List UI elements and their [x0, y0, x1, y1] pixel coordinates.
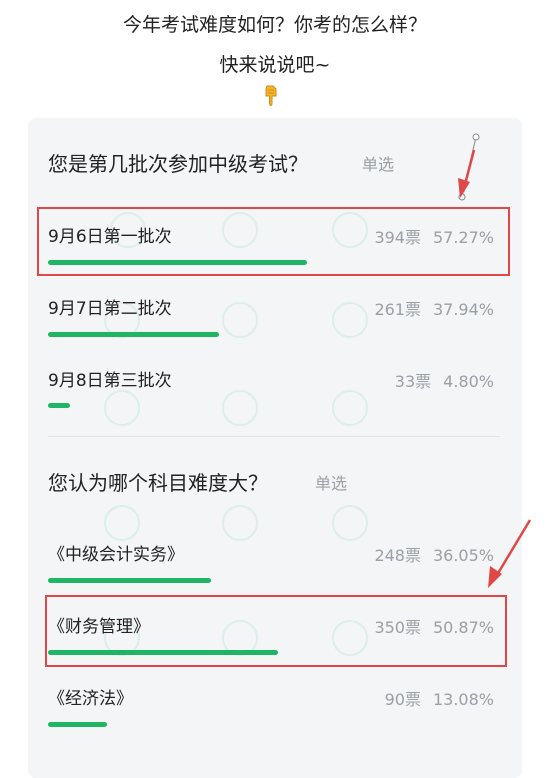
option-label: 9月7日第二批次 [48, 299, 172, 319]
option-label: 《经济法》 [48, 689, 133, 709]
option-stats: 261票 37.94% [374, 296, 494, 320]
option-percent: 13.08% [432, 690, 494, 709]
option-votes: 248票 [374, 546, 421, 565]
option-result-bar [48, 403, 70, 408]
option-result-bar [48, 722, 107, 727]
option-votes: 33票 [394, 372, 432, 391]
pointing-down-hand-icon [265, 85, 277, 106]
question-1-title: 您是第几批次参加中级考试？ [48, 152, 308, 176]
option-label: 9月8日第三批次 [48, 371, 172, 391]
highlight-box [45, 595, 507, 667]
header-prompt-line: 快来说说吧~ [219, 54, 331, 76]
option-label: 《中级会计实务》 [48, 545, 184, 565]
question-2-type: 单选 [315, 474, 348, 493]
question-2-title: 您认为哪个科目难度大？ [48, 471, 268, 495]
option-votes: 261票 [374, 300, 421, 319]
question-1-type: 单选 [362, 155, 395, 174]
option-percent: 36.05% [432, 546, 494, 565]
question-divider [48, 436, 500, 437]
option-result-bar [48, 578, 211, 583]
option-votes: 90票 [384, 690, 421, 709]
option-stats: 90票 13.08% [385, 686, 494, 710]
option-result-bar [48, 332, 219, 337]
option-percent: 4.80% [443, 372, 494, 391]
option-stats: 248票 36.05% [374, 542, 494, 566]
option-percent: 37.94% [432, 300, 494, 319]
header-question-line: 今年考试难度如何？你考的怎么样？ [122, 14, 427, 36]
option-stats: 33票 4.80% [395, 368, 494, 392]
highlight-box [37, 207, 510, 276]
